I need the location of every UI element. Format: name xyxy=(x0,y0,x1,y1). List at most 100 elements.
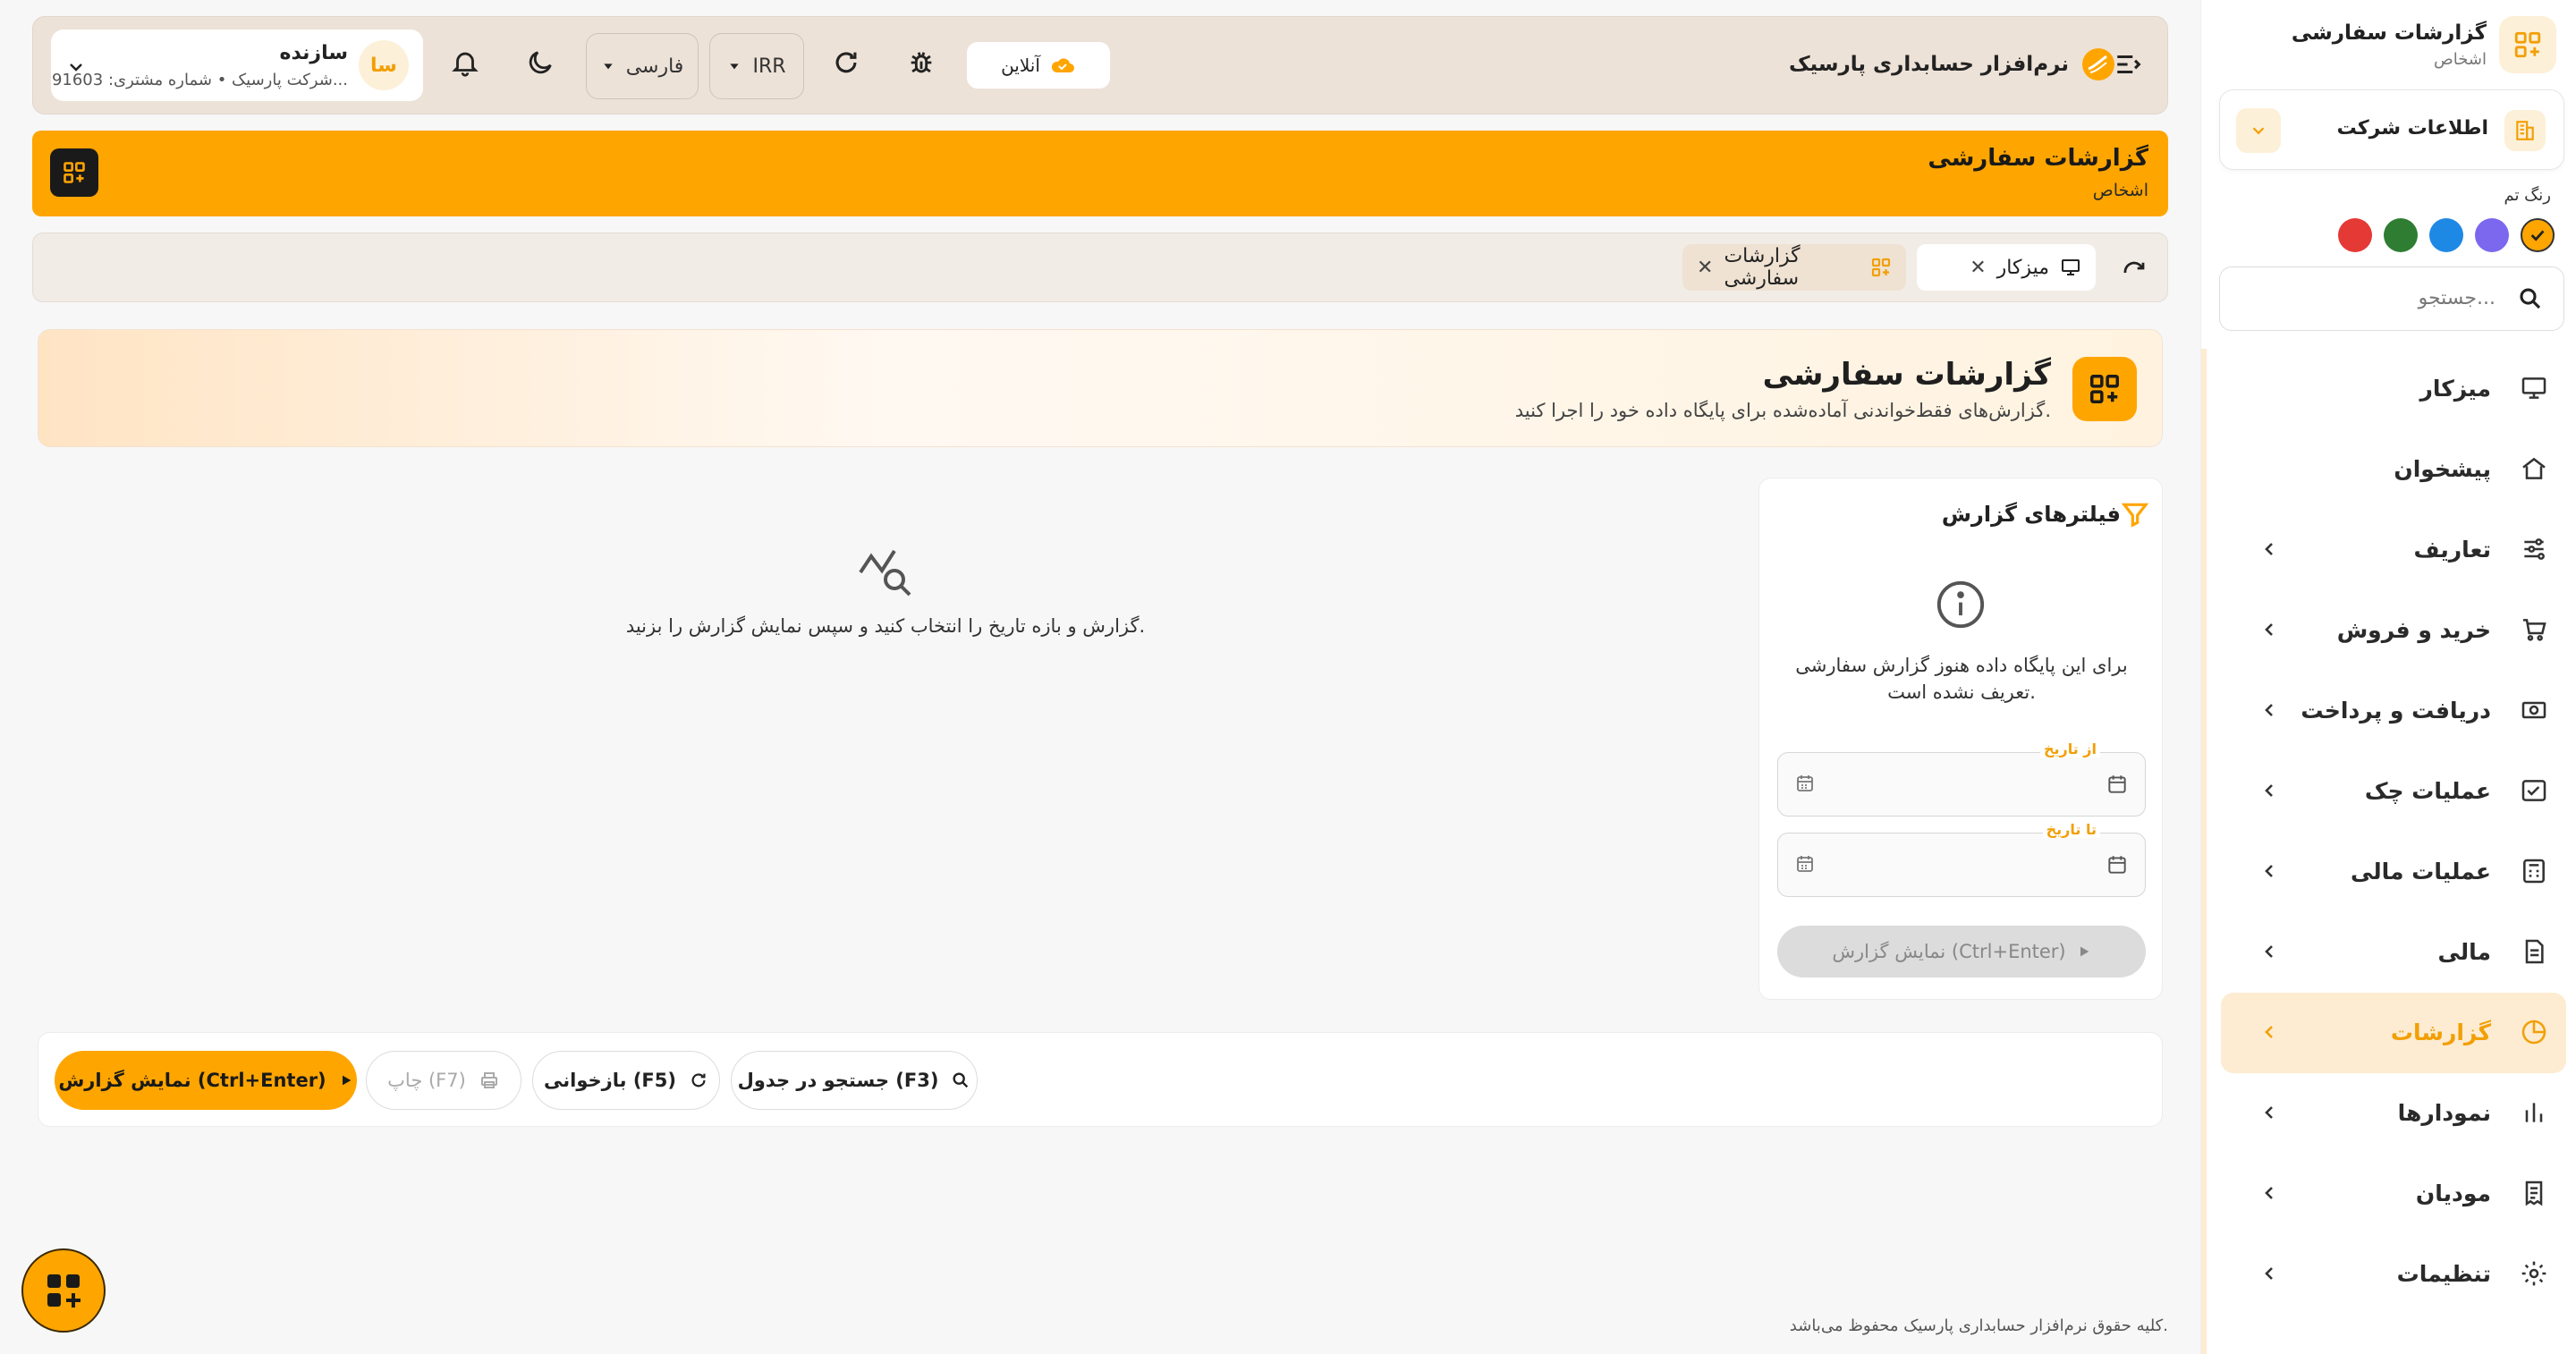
tab-label: میزکار xyxy=(1996,256,2049,279)
company-info-card[interactable]: اطلاعات شرکت xyxy=(2219,89,2564,170)
moon-icon[interactable] xyxy=(525,47,555,78)
caret-down-icon xyxy=(727,59,741,73)
close-icon[interactable]: ✕ xyxy=(1697,257,1713,279)
show-report-label: نمایش گزارش (Ctrl+Enter) xyxy=(58,1070,326,1091)
chevron-left-icon xyxy=(2258,1263,2280,1284)
show-report-button-disabled[interactable]: نمایش گزارش (Ctrl+Enter) xyxy=(1777,926,2146,977)
table-search-button[interactable]: جستجو در جدول (F3) xyxy=(731,1051,978,1110)
sidebar-item-6[interactable]: عملیات مالی xyxy=(2221,832,2566,912)
user-detail: شرکت پارسیک • شماره مشتری: 91603... xyxy=(51,71,348,89)
sidebar-search-placeholder: جستجو... xyxy=(2418,287,2496,309)
redo-icon[interactable] xyxy=(2119,255,2149,282)
filters-title: فیلترهای گزارش xyxy=(1941,502,2121,527)
from-date-label: از تاریخ xyxy=(2039,740,2100,757)
empty-state-message: گزارش و بازه تاریخ را انتخاب کنید و سپس … xyxy=(625,615,1146,637)
currency-select[interactable]: IRR xyxy=(709,33,804,99)
calendar-icon[interactable] xyxy=(2106,853,2129,876)
theme-swatch-green[interactable] xyxy=(2384,218,2418,252)
sidebar-item-4[interactable]: دریافت و پرداخت xyxy=(2221,671,2566,751)
print-button[interactable]: چاپ (F7) xyxy=(366,1051,521,1110)
tab-label: گزارشات سفارشی xyxy=(1724,245,1801,290)
theme-swatch-orange[interactable] xyxy=(2521,218,2555,252)
theme-swatch-red[interactable] xyxy=(2338,218,2372,252)
reload-label: بازخوانی (F5) xyxy=(544,1070,676,1091)
sidebar-item-2[interactable]: تعاریف xyxy=(2221,510,2566,590)
sidebar-item-label: دریافت و پرداخت xyxy=(2301,698,2491,724)
calendar-grid-icon[interactable] xyxy=(1794,773,1816,794)
user-card[interactable]: سا سازنده شرکت پارسیک • شماره مشتری: 916… xyxy=(51,30,423,101)
quick-actions-fab[interactable] xyxy=(21,1248,106,1333)
chevron-left-icon xyxy=(2258,1021,2280,1043)
language-select[interactable]: فارسی xyxy=(586,33,699,99)
sidebar-item-0[interactable]: میزکار xyxy=(2221,349,2566,429)
calendar-icon[interactable] xyxy=(2106,773,2129,796)
sidebar-item-label: مالی xyxy=(2437,939,2491,965)
document-icon xyxy=(2520,937,2548,966)
to-date-label: تا تاریخ xyxy=(2042,821,2100,838)
sidebar-item-11[interactable]: تنظیمات xyxy=(2221,1234,2566,1315)
filter-icon xyxy=(2121,500,2149,529)
top-bar: سا سازنده شرکت پارسیک • شماره مشتری: 916… xyxy=(32,16,2168,114)
hero-title: گزارشات سفارشی xyxy=(1762,357,2051,393)
cash-icon xyxy=(2520,696,2548,724)
sidebar-item-9[interactable]: نمودارها xyxy=(2221,1073,2566,1154)
page-title: گزارشات سفارشی xyxy=(1928,145,2148,172)
sidebar-item-label: مودیان xyxy=(2415,1181,2491,1206)
avatar: سا xyxy=(359,40,409,90)
page-header-card: گزارشات سفارشی گزارش‌های فقط‌خواندنی آما… xyxy=(38,329,2163,447)
sidebar-subtitle: اشخاص xyxy=(2434,49,2487,69)
bell-icon[interactable] xyxy=(450,47,480,78)
sidebar-item-label: گزارشات xyxy=(2390,1020,2491,1045)
tabs-bar: میزکار ✕ گزارشات سفارشی ✕ xyxy=(32,233,2168,302)
sidebar: گزارشات سفارشی اشخاص اطلاعات شرکت رنگ تم… xyxy=(2200,0,2576,1354)
monitor-icon xyxy=(2520,374,2548,402)
bug-icon[interactable] xyxy=(906,47,936,78)
sidebar-item-8[interactable]: گزارشات xyxy=(2221,993,2566,1073)
page-bar: گزارشات سفارشی اشخاص xyxy=(32,131,2168,216)
show-report-button[interactable]: نمایش گزارش (Ctrl+Enter) xyxy=(55,1051,357,1110)
sidebar-item-10[interactable]: مودیان xyxy=(2221,1154,2566,1234)
from-date-field[interactable]: از تاریخ xyxy=(1777,740,2146,817)
chevron-left-icon xyxy=(2258,860,2280,882)
play-icon xyxy=(339,1073,353,1087)
reload-button[interactable]: بازخوانی (F5) xyxy=(532,1051,720,1110)
table-search-label: جستجو در جدول (F3) xyxy=(737,1070,939,1091)
refresh-icon xyxy=(689,1071,708,1090)
calendar-grid-icon[interactable] xyxy=(1794,853,1816,875)
chevron-down-icon[interactable] xyxy=(2236,108,2281,153)
grid-plus-icon xyxy=(1870,257,1892,278)
tab-dashboard[interactable]: میزکار ✕ xyxy=(1917,244,2096,291)
sidebar-item-3[interactable]: خرید و فروش xyxy=(2221,590,2566,671)
sliders-icon xyxy=(2520,535,2548,563)
sidebar-item-1[interactable]: پیشخوان xyxy=(2221,429,2566,510)
sidebar-item-label: نمودارها xyxy=(2397,1100,2491,1126)
cart-icon xyxy=(2520,615,2548,644)
theme-swatch-purple[interactable] xyxy=(2475,218,2509,252)
online-status-badge: آنلاین xyxy=(967,42,1110,89)
close-icon[interactable]: ✕ xyxy=(1970,257,1986,279)
sidebar-search[interactable]: جستجو... xyxy=(2219,267,2564,331)
sidebar-title: گزارشات سفارشی xyxy=(2291,21,2487,45)
page-subtitle: اشخاص xyxy=(2092,181,2148,200)
menu-collapse-icon[interactable] xyxy=(2114,49,2144,80)
tab-custom-reports[interactable]: گزارشات سفارشی ✕ xyxy=(1682,244,1906,291)
add-widget-button[interactable] xyxy=(50,148,98,197)
theme-swatch-blue[interactable] xyxy=(2429,218,2463,252)
sidebar-item-label: عملیات چک xyxy=(2364,778,2491,804)
chevron-down-icon[interactable] xyxy=(65,56,87,78)
chart-search-icon xyxy=(537,546,1234,599)
chevron-left-icon xyxy=(2258,699,2280,721)
grid-plus-icon xyxy=(2072,357,2137,421)
empty-state: گزارش و بازه تاریخ را انتخاب کنید و سپس … xyxy=(537,546,1234,637)
sidebar-item-label: تنظیمات xyxy=(2396,1261,2491,1287)
sidebar-item-label: پیشخوان xyxy=(2394,456,2491,482)
chevron-left-icon xyxy=(2258,1182,2280,1204)
sidebar-edge xyxy=(2201,349,2207,1354)
receipt-icon xyxy=(2520,1179,2548,1207)
building-icon xyxy=(2504,110,2546,151)
refresh-icon[interactable] xyxy=(831,47,861,78)
to-date-field[interactable]: تا تاریخ xyxy=(1777,821,2146,897)
sidebar-item-7[interactable]: مالی xyxy=(2221,912,2566,993)
chevron-left-icon xyxy=(2258,941,2280,962)
sidebar-item-5[interactable]: عملیات چک xyxy=(2221,751,2566,832)
